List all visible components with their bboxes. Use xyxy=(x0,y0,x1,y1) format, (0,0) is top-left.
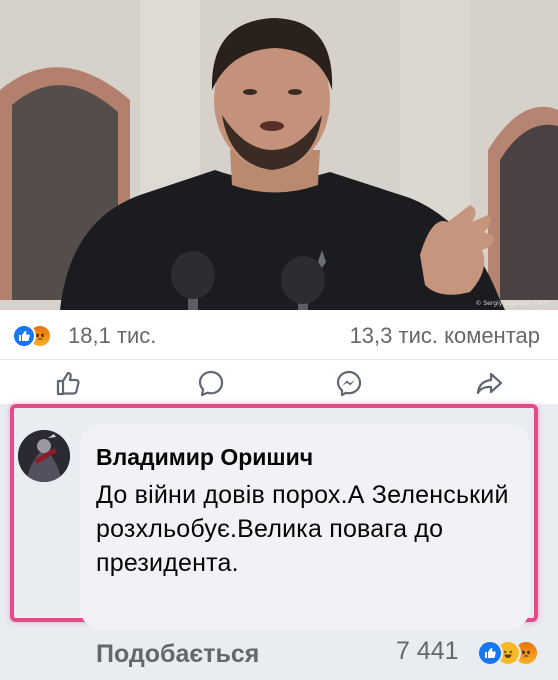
comment-reactions[interactable] xyxy=(477,640,539,666)
post-stats-bar: 18,1 тис. 13,3 тис. коментар xyxy=(0,310,558,360)
comment-icon xyxy=(198,370,224,397)
comment-text: До війни довів порох.А Зеленський розхль… xyxy=(96,481,509,577)
messenger-button[interactable] xyxy=(334,368,364,398)
comment-bubble[interactable]: Владимир Оришич До війни довів порох.А З… xyxy=(80,424,530,630)
share-button[interactable] xyxy=(474,368,504,398)
comment-count[interactable]: 13,3 тис. коментар xyxy=(350,323,540,349)
like-icon xyxy=(477,640,503,666)
like-icon xyxy=(56,371,80,396)
share-icon xyxy=(476,372,503,395)
photo-credit: © Sergiy Supinsky / AFP xyxy=(475,300,548,307)
post-photo[interactable]: © Sergiy Supinsky / AFP xyxy=(0,0,558,310)
like-button[interactable] xyxy=(52,368,82,398)
comment-like-button[interactable]: Подобається xyxy=(96,640,259,669)
photo-illustration xyxy=(0,0,558,310)
post-action-bar xyxy=(0,360,558,404)
messenger-icon xyxy=(336,370,362,397)
comment-reaction-count[interactable]: 7 441 xyxy=(396,637,459,666)
post-reactions[interactable] xyxy=(12,324,52,348)
avatar-illustration xyxy=(18,430,70,482)
comment-button[interactable] xyxy=(196,368,226,398)
comment-author[interactable]: Владимир Оришич xyxy=(96,444,313,471)
like-icon xyxy=(12,324,36,348)
avatar[interactable] xyxy=(18,430,70,482)
comment-section: Владимир Оришич До війни довів порох.А З… xyxy=(0,404,558,680)
reaction-count[interactable]: 18,1 тис. xyxy=(68,323,156,349)
